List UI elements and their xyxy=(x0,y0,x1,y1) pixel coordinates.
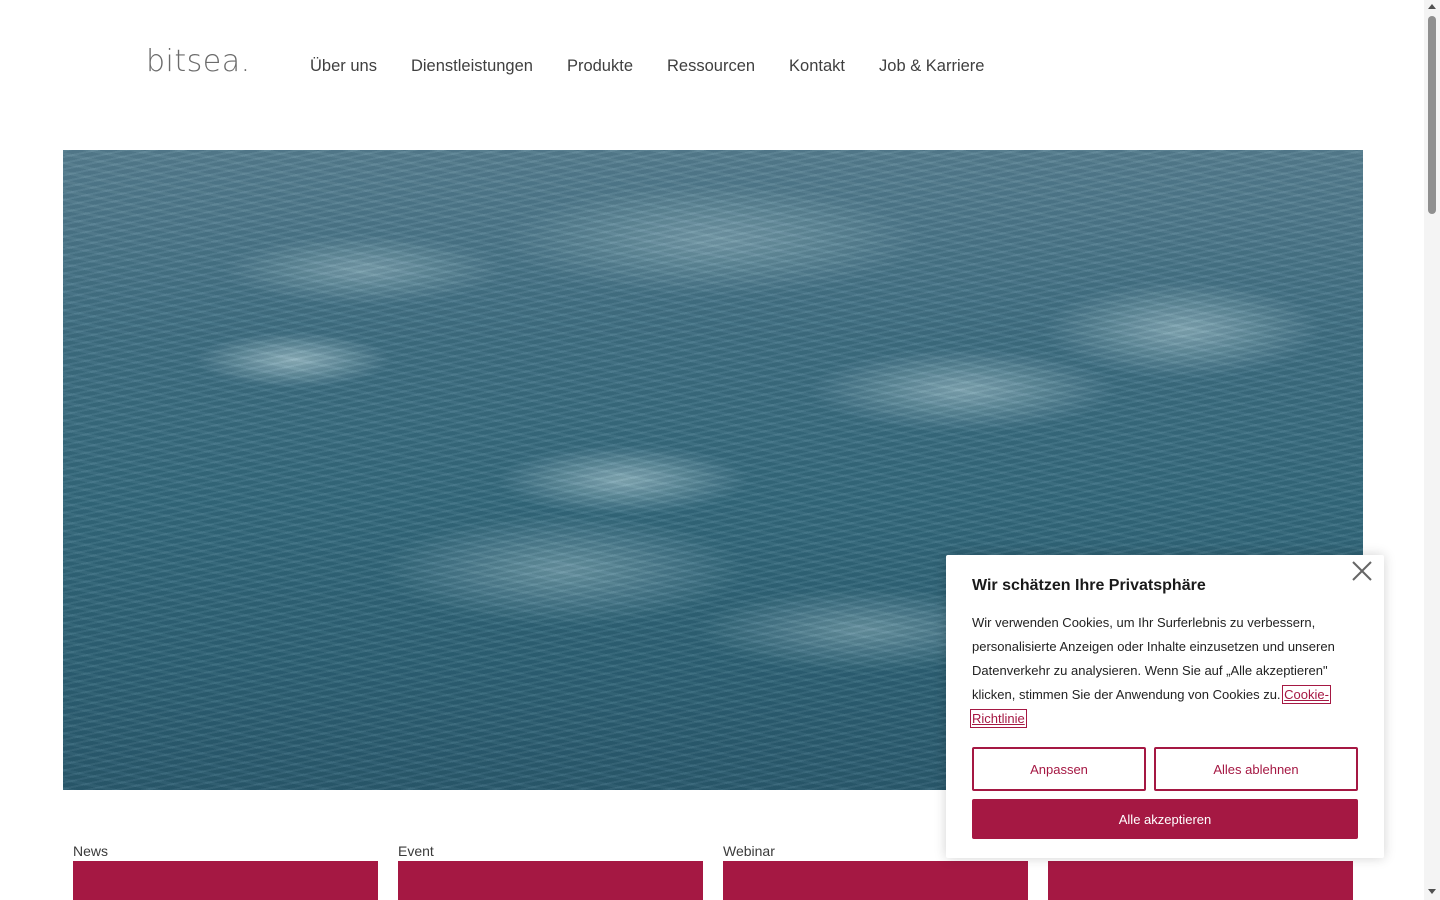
card-block[interactable] xyxy=(723,861,1028,900)
card-block[interactable] xyxy=(1048,861,1353,900)
card-label: Event xyxy=(398,843,434,859)
site-header: bitsea. Über uns Dienstleistungen Produk… xyxy=(0,0,1424,140)
scroll-up-arrow-icon[interactable] xyxy=(1428,4,1436,9)
nav-item-ressourcen[interactable]: Ressourcen xyxy=(667,57,755,76)
logo[interactable]: bitsea. xyxy=(146,44,251,79)
cookie-title: Wir schätzen Ihre Privatsphäre xyxy=(972,577,1206,594)
cookie-body-text: Wir verwenden Cookies, um Ihr Surferlebn… xyxy=(972,615,1335,702)
card-news[interactable]: News xyxy=(73,841,378,900)
main-nav: Über uns Dienstleistungen Produkte Resso… xyxy=(310,57,1018,76)
nav-item-ueber-uns[interactable]: Über uns xyxy=(310,57,377,76)
scrollbar-thumb[interactable] xyxy=(1428,16,1436,214)
nav-item-produkte[interactable]: Produkte xyxy=(567,57,633,76)
close-icon[interactable] xyxy=(1348,557,1376,585)
card-block[interactable] xyxy=(398,861,703,900)
page-scrollbar[interactable] xyxy=(1424,0,1440,900)
card-block[interactable] xyxy=(73,861,378,900)
card-label: News xyxy=(73,843,109,859)
reject-all-button[interactable]: Alles ablehnen xyxy=(1154,747,1358,791)
customize-button[interactable]: Anpassen xyxy=(972,747,1146,791)
nav-item-kontakt[interactable]: Kontakt xyxy=(789,57,845,76)
accept-all-button[interactable]: Alle akzeptieren xyxy=(972,799,1358,839)
cookie-consent-banner: Wir schätzen Ihre Privatsphäre Wir verwe… xyxy=(946,555,1384,858)
cookie-text: Wir verwenden Cookies, um Ihr Surferlebn… xyxy=(970,611,1352,731)
card-event[interactable]: Event xyxy=(398,841,703,900)
nav-item-dienstleistungen[interactable]: Dienstleistungen xyxy=(411,57,533,76)
nav-item-job-karriere[interactable]: Job & Karriere xyxy=(879,57,984,76)
scroll-down-arrow-icon[interactable] xyxy=(1428,889,1436,894)
